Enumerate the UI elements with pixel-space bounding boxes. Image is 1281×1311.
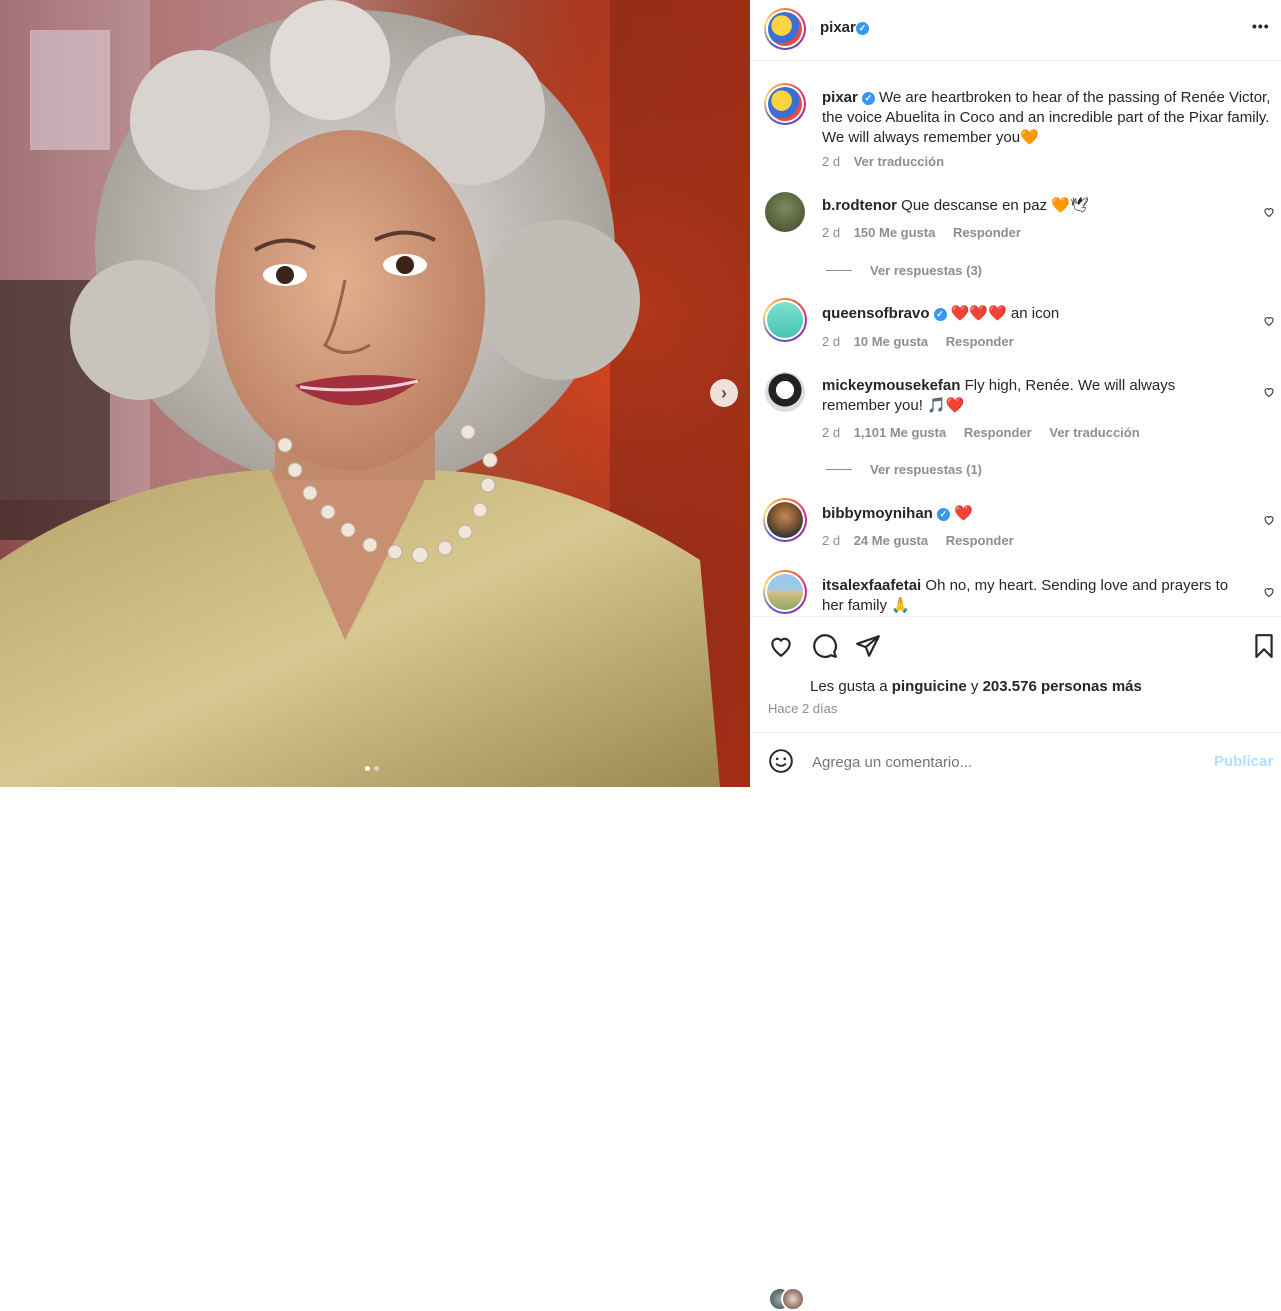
caption-author-avatar[interactable] [764,83,806,125]
post-panel: pixar ✓ ••• pixar ✓ We are heartbroken to… [750,0,1281,1311]
reply-button[interactable]: Responder [953,225,1021,240]
likes-count[interactable]: 203.576 personas más [983,678,1142,695]
comment-age: 2 d [822,225,841,240]
likes-joiner: y [970,678,979,695]
comment-username[interactable]: mickeymousekefan [822,377,960,394]
liker-username[interactable]: pinguicine [892,678,967,695]
comment-composer: Publicar [750,732,1281,788]
caption-age: 2 d [822,154,841,169]
caption: pixar ✓ We are heartbroken to hear of the… [822,88,1272,148]
carousel-dot-active [365,766,370,771]
comment-meta: 2 d 150 Me gusta Responder [822,225,1021,240]
caption-meta: 2 d Ver traducción [822,154,944,169]
comment-username[interactable]: bibbymoynihan [822,505,933,522]
verified-badge-icon: ✓ [933,308,947,321]
reply-button[interactable]: Responder [946,334,1014,349]
comment-row: itsalexfaafetai Oh no, my heart. Sending… [822,576,1252,616]
comment-text-line1: Fly high, Renée. We will always [964,377,1176,394]
comment-text-line2: remember you! 🎵❤️ [822,397,965,414]
comment-meta: 2 d 10 Me gusta Responder [822,334,1014,349]
comment-like-heart-icon[interactable] [1263,206,1275,218]
bookmark-icon[interactable] [1251,633,1277,659]
comment-like-heart-icon[interactable] [1263,514,1275,526]
chevron-right-icon: › [721,382,727,403]
comment-username[interactable]: itsalexfaafetai [822,577,921,594]
smiley-icon[interactable] [768,748,794,774]
comment-likes[interactable]: 1,101 Me gusta [854,425,947,440]
comment-row: b.rodtenor Que descanse en paz 🧡🕊 [822,196,1242,216]
comment-avatar[interactable] [765,372,805,412]
view-replies-label: Ver respuestas (1) [870,462,983,477]
comment-row: queensofbravo ✓ ❤️❤️❤️ an icon [822,304,1242,324]
post-photo: › [0,0,750,787]
comment-likes[interactable]: 10 Me gusta [854,334,928,349]
comment-username[interactable]: queensofbravo [822,305,930,322]
heart-outline-icon[interactable] [768,633,794,659]
paper-plane-icon[interactable] [855,633,881,659]
comment-row: mickeymousekefan Fly high, Renée. We wil… [822,376,1242,416]
comment-input[interactable] [810,747,1194,777]
comment-meta: 2 d 24 Me gusta Responder [822,533,1014,548]
comment-row: bibbymoynihan ✓ ❤️ [822,504,1242,524]
comment-likes[interactable]: 24 Me gusta [854,533,928,548]
publish-button[interactable]: Publicar [1214,753,1273,770]
comment-like-heart-icon[interactable] [1263,386,1275,398]
comment-username[interactable]: b.rodtenor [822,197,897,214]
more-options-icon[interactable]: ••• [1252,18,1270,34]
caption-translate-link[interactable]: Ver traducción [854,154,944,169]
next-photo-button[interactable]: › [710,379,738,407]
comment-meta: 2 d 1,101 Me gusta Responder Ver traducc… [822,425,1140,440]
translate-link[interactable]: Ver traducción [1049,425,1139,440]
view-replies-button[interactable]: Ver respuestas (3) [826,263,982,278]
author-username[interactable]: pixar [820,19,856,36]
comment-age: 2 d [822,533,841,548]
posted-time: Hace 2 días [768,701,838,716]
comment-avatar[interactable] [763,298,807,342]
comment-text-line1: Oh no, my heart. Sending love and prayer… [925,577,1229,594]
comment-text: ❤️❤️❤️ an icon [950,305,1060,322]
comment-avatar[interactable] [763,498,807,542]
verified-badge-icon: ✓ [856,22,869,35]
comment-bubble-icon[interactable] [812,633,838,659]
comment-likes[interactable]: 150 Me gusta [854,225,936,240]
author-avatar[interactable] [764,8,806,50]
comment-age: 2 d [822,425,841,440]
carousel-dot [374,766,379,771]
comment-avatar[interactable] [763,570,807,614]
reply-button[interactable]: Responder [964,425,1032,440]
post-header: pixar ✓ ••• [750,0,1281,61]
comment-avatar[interactable] [765,192,805,232]
reply-button[interactable]: Responder [946,533,1014,548]
view-replies-label: Ver respuestas (3) [870,263,983,278]
comment-like-heart-icon[interactable] [1263,586,1275,598]
view-replies-button[interactable]: Ver respuestas (1) [826,462,982,477]
caption-text: We are heartbroken to hear of the passin… [822,89,1271,146]
comment-text-line2: her family 🙏 [822,597,910,614]
photo-illustration [0,0,750,787]
comment-like-heart-icon[interactable] [1263,315,1275,327]
comment-text: ❤️ [954,505,973,522]
verified-badge-icon: ✓ [861,92,875,105]
likes-prefix: Les gusta a [810,678,888,695]
comment-text: Que descanse en paz 🧡🕊 [901,197,1089,214]
likes-summary: Les gusta a pinguicine y 203.576 persona… [810,677,1142,697]
comment-age: 2 d [822,334,841,349]
verified-badge-icon: ✓ [936,508,950,521]
caption-username[interactable]: pixar [822,89,858,106]
